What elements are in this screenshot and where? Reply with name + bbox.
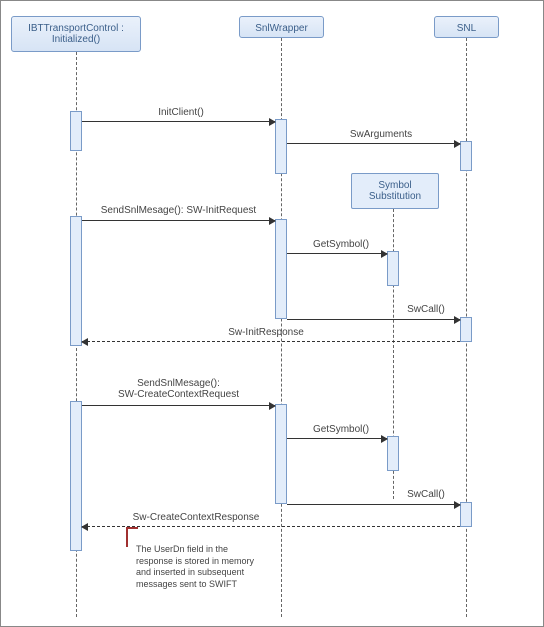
participant-label: IBTTransportControl : Initialized() <box>28 23 124 45</box>
msg-getsymbol1-arrow <box>287 253 387 254</box>
msg-swcall1-label: SwCall() <box>396 304 456 315</box>
activation-p3-3 <box>460 502 472 527</box>
annotation-tick <box>126 527 128 547</box>
msg-getsymbol2-arrow <box>287 438 387 439</box>
activation-p1-1 <box>70 111 82 151</box>
msg-createcontextresp-arrow <box>82 526 460 527</box>
participant-snl: SNL <box>434 16 499 38</box>
msg-initrequest-arrow <box>82 220 275 221</box>
msg-createcontextreq-arrow <box>82 405 275 406</box>
msg-createcontextresp-label: Sw-CreateContextResponse <box>116 512 276 523</box>
msg-initclient-label: InitClient() <box>131 107 231 118</box>
msg-swcall1-arrow <box>287 319 460 320</box>
activation-symbol-sub-1 <box>387 251 399 286</box>
msg-swcall2-label: SwCall() <box>396 489 456 500</box>
msg-createcontextreq-label: SendSnlMesage(): SW-CreateContextRequest <box>96 378 261 400</box>
msg-initresponse-arrow <box>82 341 460 342</box>
participant-label: SnlWrapper <box>255 23 308 34</box>
msg-swarguments-label: SwArguments <box>331 129 431 140</box>
activation-p3-1 <box>460 141 472 171</box>
activation-p2-2 <box>275 219 287 319</box>
msg-getsymbol2-label: GetSymbol() <box>301 424 381 435</box>
msg-initresponse-label: Sw-InitResponse <box>201 327 331 338</box>
msg-initrequest-label: SendSnlMesage(): SW-InitRequest <box>86 205 271 216</box>
msg-swarguments-arrow <box>287 143 460 144</box>
annotation-text: The UserDn field in the response is stor… <box>136 544 256 591</box>
participant-snlwrapper: SnlWrapper <box>239 16 324 38</box>
activation-p2-1 <box>275 119 287 174</box>
symbol-substitution-label: Symbol Substitution <box>369 180 421 202</box>
activation-p2-3 <box>275 404 287 504</box>
msg-getsymbol1-label: GetSymbol() <box>301 239 381 250</box>
activation-p3-2 <box>460 317 472 342</box>
msg-initclient-arrow <box>82 121 275 122</box>
participant-label: SNL <box>457 23 476 34</box>
sequence-diagram: IBTTransportControl : Initialized() SnlW… <box>0 0 544 627</box>
symbol-substitution-box: Symbol Substitution <box>351 173 439 209</box>
activation-symbol-sub-2 <box>387 436 399 471</box>
activation-p1-2 <box>70 216 82 346</box>
msg-swcall2-arrow <box>287 504 460 505</box>
participant-ibttransportcontrol: IBTTransportControl : Initialized() <box>11 16 141 52</box>
